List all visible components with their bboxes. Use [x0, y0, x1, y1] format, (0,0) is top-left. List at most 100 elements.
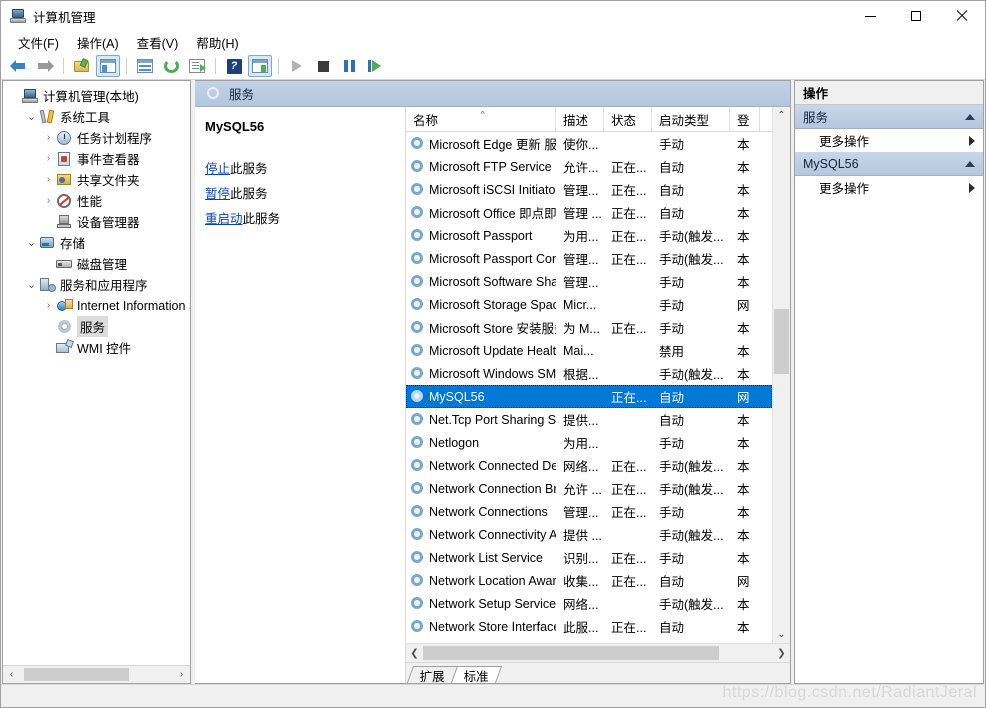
- column-header-4[interactable]: 登: [730, 107, 760, 131]
- tree-horizontal-scrollbar[interactable]: ‹ ›: [3, 665, 190, 683]
- stop-service-link[interactable]: 停止此服务: [205, 158, 395, 177]
- minimize-button[interactable]: [847, 1, 893, 31]
- close-button[interactable]: [939, 1, 985, 31]
- tree-services-and-applications[interactable]: ⌄ 服务和应用程序: [3, 274, 190, 295]
- service-row[interactable]: Network Connectivity Ass... 提供 ... 手动(触发..…: [406, 523, 772, 546]
- service-row[interactable]: Microsoft Update Health... Mai... 禁用 本: [406, 339, 772, 362]
- help-button[interactable]: ?: [222, 55, 246, 77]
- back-arrow-button[interactable]: [7, 55, 31, 77]
- more-actions-services[interactable]: 更多操作: [795, 129, 983, 152]
- service-cell-desc: 网络...: [563, 460, 599, 474]
- tree-disk-management[interactable]: 磁盘管理: [3, 253, 190, 274]
- service-row[interactable]: Microsoft Windows SMS ... 根据... 手动(触发... 本: [406, 362, 772, 385]
- tree-scroll-thumb[interactable]: [24, 668, 129, 681]
- column-header-0[interactable]: 名称 ^: [406, 107, 556, 131]
- tree-device-manager[interactable]: 设备管理器: [3, 211, 190, 232]
- chevron-down-icon[interactable]: ⌄: [24, 278, 39, 291]
- services-list-body[interactable]: Microsoft Edge 更新 服务...使你...手动本Microsoft…: [406, 132, 772, 643]
- service-row[interactable]: Net.Tcp Port Sharing Ser... 提供... 自动 本: [406, 408, 772, 431]
- services-vertical-scrollbar[interactable]: ⌃ ⌄: [772, 107, 790, 643]
- list-hscroll-thumb[interactable]: [423, 646, 719, 660]
- tree-event-viewer[interactable]: › 事件查看器: [3, 148, 190, 169]
- menu-file[interactable]: 文件(F): [9, 31, 68, 54]
- service-row[interactable]: Microsoft Storage Space... Micr... 手动 网: [406, 293, 772, 316]
- tree-wmi-control[interactable]: WMI 控件: [3, 337, 190, 358]
- tab-standard[interactable]: 标准: [450, 666, 503, 684]
- collapse-group-icon[interactable]: [965, 113, 975, 120]
- service-row[interactable]: Network Connections 管理... 正在... 手动 本: [406, 500, 772, 523]
- service-cell-logon: 本: [737, 529, 750, 543]
- chevron-right-icon[interactable]: ›: [41, 174, 56, 185]
- tree-computer-management-local[interactable]: 计算机管理(本地): [3, 85, 190, 106]
- list-scroll-right-icon[interactable]: ❯: [773, 646, 790, 661]
- service-row[interactable]: MySQL56 正在... 自动 网: [406, 385, 772, 408]
- refresh-button[interactable]: [159, 55, 183, 77]
- service-row[interactable]: Microsoft iSCSI Initiator ... 管理... 正在... 自…: [406, 178, 772, 201]
- collapse-group-icon[interactable]: [965, 160, 975, 167]
- list-scroll-left-icon[interactable]: ❮: [406, 646, 423, 661]
- tree-system-tools[interactable]: ⌄ 系统工具: [3, 106, 190, 127]
- properties-button[interactable]: [133, 55, 157, 77]
- service-row[interactable]: Network Store Interface ... 此服... 正在... 自动 本: [406, 615, 772, 638]
- service-row[interactable]: Network Connection Bro... 允许 ... 正在... 手动(触…: [406, 477, 772, 500]
- tree-scroll-left-icon[interactable]: ‹: [3, 667, 20, 682]
- menu-help[interactable]: 帮助(H): [187, 31, 247, 54]
- tree-performance[interactable]: › 性能: [3, 190, 190, 211]
- stop-service-link-anchor[interactable]: 停止: [205, 162, 230, 176]
- menu-view[interactable]: 查看(V): [128, 31, 188, 54]
- list-hscroll-track[interactable]: [423, 645, 773, 661]
- service-row[interactable]: Microsoft Passport Cont... 管理... 正在... 手动(触…: [406, 247, 772, 270]
- tree-internet-information-services[interactable]: › Internet Information S: [3, 295, 190, 316]
- column-header-1[interactable]: 描述: [556, 107, 604, 131]
- service-row[interactable]: Microsoft Store 安装服务为 M... 正在... 手动 本: [406, 316, 772, 339]
- tree-storage[interactable]: ⌄ 存储: [3, 232, 190, 253]
- maximize-button[interactable]: [893, 1, 939, 31]
- list-scroll-down-icon[interactable]: ⌄: [773, 626, 790, 643]
- chevron-right-icon[interactable]: ›: [41, 300, 56, 311]
- service-row[interactable]: Microsoft Passport 为用... 正在... 手动(触发... 本: [406, 224, 772, 247]
- actions-group-services[interactable]: 服务: [795, 105, 983, 129]
- chevron-down-icon[interactable]: ⌄: [24, 236, 39, 249]
- list-scroll-up-icon[interactable]: ⌃: [773, 107, 790, 124]
- restart-service-link[interactable]: 重启动此服务: [205, 208, 395, 227]
- column-header-2[interactable]: 状态: [604, 107, 652, 131]
- pause-service-link-anchor[interactable]: 暂停: [205, 187, 230, 201]
- chevron-right-icon[interactable]: ›: [41, 153, 56, 164]
- services-horizontal-scrollbar[interactable]: ❮ ❯: [406, 643, 790, 662]
- service-row[interactable]: Microsoft Edge 更新 服务... 使你... 手动 本: [406, 132, 772, 155]
- service-row[interactable]: Network Connected Devi... 网络... 正在... 手动(触发…: [406, 454, 772, 477]
- tree-services[interactable]: 服务: [3, 316, 190, 337]
- chevron-right-icon[interactable]: ›: [41, 195, 56, 206]
- chevron-down-icon[interactable]: ⌄: [24, 110, 39, 123]
- restart-service-button[interactable]: [363, 55, 387, 77]
- actions-group-mysql56[interactable]: MySQL56: [795, 152, 983, 176]
- stop-service-button[interactable]: [311, 55, 335, 77]
- show-hide-tree-button[interactable]: [96, 55, 120, 77]
- service-row[interactable]: Microsoft Software Shad... 管理... 手动 本: [406, 270, 772, 293]
- tree-shared-folders[interactable]: › 共享文件夹: [3, 169, 190, 190]
- tree-task-scheduler[interactable]: › 任务计划程序: [3, 127, 190, 148]
- service-row[interactable]: Network List Service 识别... 正在... 手动 本: [406, 546, 772, 569]
- export-list-button[interactable]: [185, 55, 209, 77]
- forward-arrow-button[interactable]: [33, 55, 57, 77]
- service-row[interactable]: Network Location Aware... 收集... 正在... 自动 网: [406, 569, 772, 592]
- restart-service-link-anchor[interactable]: 重启动: [205, 212, 243, 226]
- tab-extended[interactable]: 扩展: [406, 666, 459, 684]
- tree-scroll-right-icon[interactable]: ›: [173, 667, 190, 682]
- list-vscroll-track[interactable]: [773, 124, 790, 626]
- pause-service-link[interactable]: 暂停此服务: [205, 183, 395, 202]
- start-service-button[interactable]: [285, 55, 309, 77]
- column-header-3[interactable]: 启动类型: [652, 107, 730, 131]
- show-action-pane-button[interactable]: [248, 55, 272, 77]
- service-row[interactable]: Microsoft Office 即点即用... 管理 ... 正在... 自动 本: [406, 201, 772, 224]
- pause-service-button[interactable]: [337, 55, 361, 77]
- more-actions-mysql56[interactable]: 更多操作: [795, 176, 983, 199]
- service-row[interactable]: Netlogon 为用... 手动 本: [406, 431, 772, 454]
- tree-scroll-track[interactable]: [20, 667, 173, 682]
- up-folder-button[interactable]: [70, 55, 94, 77]
- service-row[interactable]: Microsoft FTP Service 允许... 正在... 自动 本: [406, 155, 772, 178]
- list-vscroll-thumb[interactable]: [774, 309, 789, 374]
- chevron-right-icon[interactable]: ›: [41, 132, 56, 143]
- menu-action[interactable]: 操作(A): [68, 31, 128, 54]
- service-row[interactable]: Network Setup Service 网络... 手动(触发... 本: [406, 592, 772, 615]
